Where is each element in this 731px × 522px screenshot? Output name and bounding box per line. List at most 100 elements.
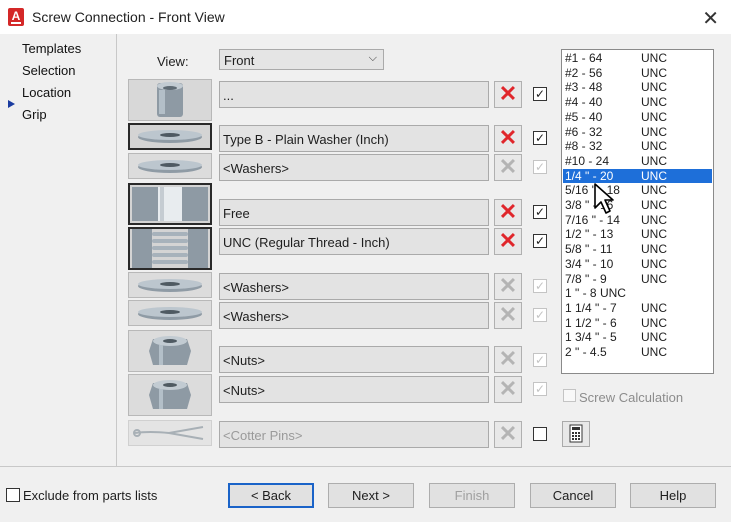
thread-size-item[interactable]: #1 - 64 UNC	[563, 51, 712, 66]
hole-thumbnail[interactable]	[128, 183, 212, 225]
delete-icon[interactable]: ✕	[494, 81, 522, 108]
close-icon[interactable]: ✕	[702, 6, 719, 31]
washer-thumbnail[interactable]	[128, 300, 212, 326]
exclude-checkbox[interactable]	[6, 488, 20, 502]
thread-size-item[interactable]: 7/8 " - 9 UNC	[563, 272, 712, 287]
thread-standard-label: UNC	[641, 109, 667, 124]
view-dropdown-value: Front	[224, 53, 255, 68]
thread-standard-label: UNC	[641, 212, 667, 227]
include-checkbox[interactable]: ✓	[533, 205, 547, 219]
thread-standard-label: UNC	[641, 65, 667, 80]
help-button[interactable]: Help	[630, 483, 716, 508]
delete-icon[interactable]: ✕	[494, 302, 522, 329]
delete-icon[interactable]: ✕	[494, 376, 522, 403]
thread-standard-label: UNC	[641, 183, 667, 198]
washer-thumbnail[interactable]	[128, 153, 212, 179]
calculator-icon	[569, 424, 583, 443]
nut-thumbnail[interactable]	[128, 330, 212, 372]
washer-field[interactable]: <Washers>	[219, 154, 489, 181]
thread-standard-label: UNC	[641, 330, 667, 345]
nav-item-selection[interactable]: Selection	[22, 63, 75, 78]
thread-size-item[interactable]: 3/4 " - 10 UNC	[563, 257, 712, 272]
back-button[interactable]: < Back	[228, 483, 314, 508]
washer-field[interactable]: <Washers>	[219, 302, 489, 329]
screw-calculation-label: Screw Calculation	[579, 390, 684, 405]
thread-size-item[interactable]: 3/8 " - 16 UNC	[563, 198, 712, 213]
include-checkbox[interactable]: ✓	[533, 308, 547, 322]
thread-size-item[interactable]: 1 1/4 " - 7 UNC	[563, 301, 712, 316]
finish-button[interactable]: Finish	[429, 483, 515, 508]
thread-size-item[interactable]: 1/2 " - 13 UNC	[563, 227, 712, 242]
next-button[interactable]: Next >	[328, 483, 414, 508]
thread-size-item[interactable]: 1 1/2 " - 6 UNC	[563, 316, 712, 331]
thread-size-item[interactable]: #10 - 24 UNC	[563, 154, 712, 169]
include-checkbox[interactable]	[533, 427, 547, 441]
thread-size-item[interactable]: 5/8 " - 11 UNC	[563, 242, 712, 257]
thread-thumbnail[interactable]	[128, 227, 212, 270]
washer-field[interactable]: Type B - Plain Washer (Inch)	[219, 125, 489, 152]
include-checkbox[interactable]: ✓	[533, 131, 547, 145]
thread-size-label: #3 - 48	[565, 80, 603, 95]
thread-size-item[interactable]: 7/16 " - 14 UNC	[563, 213, 712, 228]
thread-standard-label: UNC	[641, 95, 667, 110]
cancel-button[interactable]: Cancel	[530, 483, 616, 508]
include-checkbox[interactable]: ✓	[533, 382, 547, 396]
thread-size-item[interactable]: #5 - 40 UNC	[563, 110, 712, 125]
include-checkbox[interactable]: ✓	[533, 234, 547, 248]
delete-icon[interactable]: ✕	[494, 346, 522, 373]
thread-standard-label: UNC	[641, 139, 667, 154]
hole-field[interactable]: Free	[219, 199, 489, 226]
thread-size-item[interactable]: #8 - 32 UNC	[563, 139, 712, 154]
window-title: Screw Connection - Front View	[32, 9, 225, 25]
calculator-button[interactable]	[562, 421, 590, 447]
thread-size-label: 1 1/2 " - 6	[565, 315, 617, 330]
nav-divider	[116, 34, 117, 466]
thread-size-item[interactable]: 5/16 " - 18 UNC	[563, 183, 712, 198]
thread-size-item[interactable]: #2 - 56 UNC	[563, 66, 712, 81]
thread-size-label: #8 - 32	[565, 139, 603, 154]
thread-standard-label: UNC	[641, 271, 667, 286]
thread-size-list[interactable]: #1 - 64 UNC #2 - 56 UNC #3 - 48 UNC #4 - 40 UNC…	[561, 49, 714, 374]
thread-size-label: #2 - 56	[565, 65, 603, 80]
view-dropdown[interactable]: Front ⌵	[219, 49, 384, 70]
nut-field[interactable]: <Nuts>	[219, 346, 489, 373]
thread-standard-label: UNC	[641, 80, 667, 95]
thread-standard-label: UNC	[641, 168, 667, 183]
nut-field[interactable]: <Nuts>	[219, 376, 489, 403]
thread-size-label: 1/2 " - 13	[565, 227, 614, 242]
thread-size-item[interactable]: 1 " - 8 UNC	[563, 286, 712, 301]
thread-size-item[interactable]: 1/4 " - 20 UNC	[563, 168, 712, 184]
thread-size-item[interactable]: #4 - 40 UNC	[563, 95, 712, 110]
washer-thumbnail[interactable]	[128, 123, 212, 150]
delete-icon[interactable]: ✕	[494, 421, 522, 448]
nut-thumbnail[interactable]	[128, 374, 212, 416]
washer-field[interactable]: <Washers>	[219, 273, 489, 300]
nav-item-grip[interactable]: Grip	[22, 107, 47, 122]
include-checkbox[interactable]: ✓	[533, 353, 547, 367]
delete-icon[interactable]: ✕	[494, 228, 522, 255]
screw-head-thumbnail[interactable]	[128, 79, 212, 121]
thread-field[interactable]: UNC (Regular Thread - Inch)	[219, 228, 489, 255]
cotter-pin-field[interactable]: <Cotter Pins>	[219, 421, 489, 448]
delete-icon[interactable]: ✕	[494, 125, 522, 152]
thread-size-item[interactable]: 1 3/4 " - 5 UNC	[563, 330, 712, 345]
thread-standard-label: UNC	[641, 51, 667, 65]
nav-item-location[interactable]: Location	[22, 85, 71, 100]
thread-size-item[interactable]: #3 - 48 UNC	[563, 80, 712, 95]
thread-size-item[interactable]: #6 - 32 UNC	[563, 125, 712, 140]
screw-head-field[interactable]: ...	[219, 81, 489, 108]
include-checkbox[interactable]: ✓	[533, 279, 547, 293]
delete-icon[interactable]: ✕	[494, 273, 522, 300]
screw-calculation-checkbox[interactable]	[563, 389, 576, 402]
chevron-down-icon: ⌵	[368, 52, 377, 64]
include-checkbox[interactable]: ✓	[533, 160, 547, 174]
delete-icon[interactable]: ✕	[494, 199, 522, 226]
nav-item-templates[interactable]: Templates	[22, 41, 81, 56]
washer-thumbnail[interactable]	[128, 272, 212, 298]
include-checkbox[interactable]: ✓	[533, 87, 547, 101]
thread-size-item[interactable]: 2 " - 4.5 UNC	[563, 345, 712, 360]
thread-size-label: #5 - 40	[565, 109, 603, 124]
delete-icon[interactable]: ✕	[494, 154, 522, 181]
cotter-pin-thumbnail[interactable]	[128, 420, 212, 446]
thread-size-label: #1 - 64	[565, 51, 603, 65]
